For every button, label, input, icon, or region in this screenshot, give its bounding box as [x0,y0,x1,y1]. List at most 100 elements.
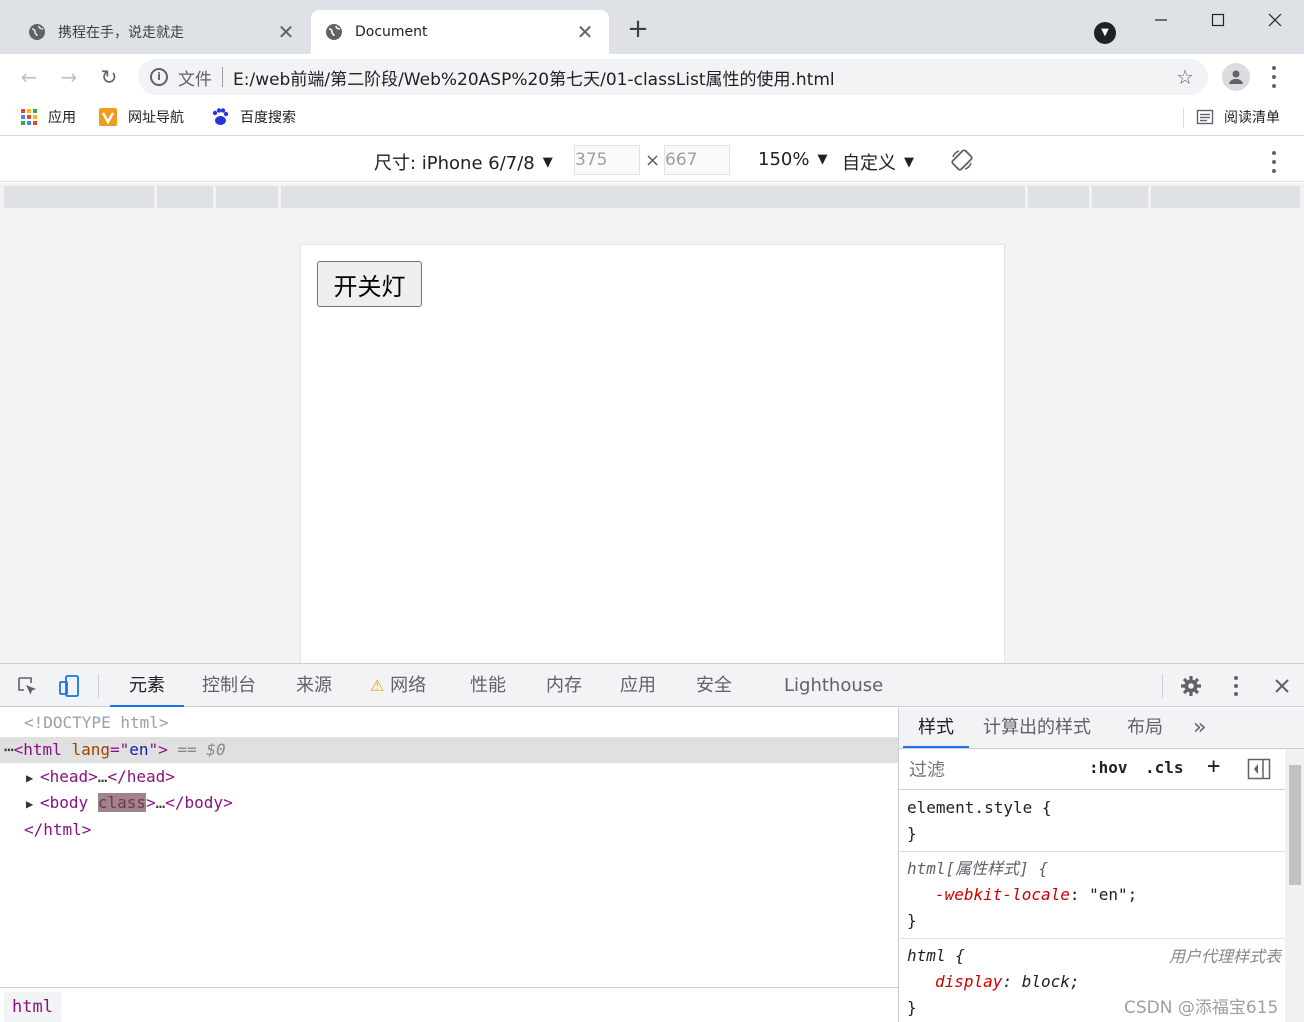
styles-filter-bar: :hov .cls + [899,750,1304,790]
bookmark-apps[interactable]: 应用 [20,107,76,127]
media-query-segment[interactable] [1092,186,1148,208]
device-more-icon[interactable] [1266,151,1282,173]
rule-declaration[interactable]: -webkit-locale: "en"; [907,882,1285,908]
rotate-icon[interactable] [950,148,974,172]
divider [98,674,99,698]
styles-scrollbar[interactable] [1285,749,1304,1022]
styles-tabbar: 样式 计算出的样式 布局 » [899,708,1304,749]
times-label: × [645,150,661,171]
tab-layout[interactable]: 布局 [1127,708,1163,748]
maximize-icon[interactable] [1203,6,1233,34]
zoom-select[interactable]: 150% ▼ [758,149,827,170]
media-query-segment[interactable] [4,186,154,208]
media-query-segment[interactable] [157,186,213,208]
browser-menu-icon[interactable] [1264,66,1284,88]
new-tab-button[interactable]: + [624,16,652,44]
settings-gear-icon[interactable] [1179,674,1203,698]
inspect-element-icon[interactable] [14,673,40,699]
filter-input[interactable] [905,755,1071,785]
device-select[interactable]: 尺寸: iPhone 6/7/8 ▼ [374,149,553,175]
more-tabs-icon[interactable]: » [1193,708,1206,748]
tab-network[interactable]: ⚠ 网络 [370,664,426,707]
breadcrumb-item[interactable]: html [4,992,61,1022]
address-bar[interactable]: i 文件 E:/web前端/第二阶段/Web%20ASP%20第七天/01-cl… [138,59,1208,95]
height-input[interactable]: 667 [664,145,730,175]
tab-strip: 携程在手，说走就走 ✕ Document ✕ + ▼ [0,0,1304,54]
tab-security[interactable]: 安全 [696,664,732,707]
globe-icon [325,23,343,41]
class-toggle-button[interactable]: .cls [1145,758,1184,777]
window-close-icon[interactable] [1260,6,1290,34]
rule-origin: 用户代理样式表 [1168,947,1281,966]
tab-application[interactable]: 应用 [620,664,656,707]
media-query-segment[interactable] [216,186,278,208]
devtools-menu-icon[interactable] [1224,676,1248,696]
tab-title: Document [355,24,428,40]
rule-declaration[interactable]: display: block; [907,969,1285,995]
bookmark-label: 应用 [48,110,76,126]
bookmark-baidu[interactable]: 百度搜索 [210,107,296,127]
zoom-label: 150% [758,149,810,170]
watermark: CSDN @添福宝615 [1124,998,1279,1018]
ellipsis-icon[interactable]: ⋯ [4,740,14,759]
media-query-segment[interactable] [1028,186,1089,208]
tab-lighthouse[interactable]: Lighthouse [784,664,883,707]
hover-state-button[interactable]: :hov [1089,758,1128,777]
devtools-close-icon[interactable] [1270,674,1294,698]
tab-styles[interactable]: 样式 [903,708,969,748]
tab-performance[interactable]: 性能 [470,664,506,707]
style-rule[interactable]: html[属性样式] { -webkit-locale: "en"; } [899,852,1285,939]
url-text[interactable]: E:/web前端/第二阶段/Web%20ASP%20第七天/01-classLi… [233,65,835,90]
selected-marker: == $0 [177,740,226,759]
width-input[interactable]: 375 [574,145,640,175]
info-icon[interactable]: i [150,68,168,86]
tab-elements[interactable]: 元素 [110,664,184,707]
tab-document[interactable]: Document ✕ [311,10,609,54]
dom-node-body[interactable]: ▶ <body class>…</body> [0,790,898,816]
tab-search-icon[interactable]: ▼ [1094,22,1116,44]
tab-close-icon[interactable]: ✕ [276,22,296,42]
bookmark-star-icon[interactable]: ☆ [1176,65,1194,89]
tag-text: </body> [165,793,233,812]
reload-button[interactable]: ↻ [94,62,124,92]
forward-button[interactable]: → [54,62,84,92]
dom-node-html[interactable]: ⋯<html lang="en"> == $0 [0,737,898,763]
style-rule[interactable]: element.style { } [899,791,1285,852]
toggle-sidebar-icon[interactable] [1247,758,1271,784]
expand-triangle-icon[interactable]: ▶ [26,765,40,791]
divider [1183,108,1184,128]
tab-close-icon[interactable]: ✕ [575,22,595,42]
toggle-light-button[interactable]: 开关灯 [317,261,422,307]
tab-console[interactable]: 控制台 [202,664,256,707]
minimize-icon[interactable] [1146,6,1176,34]
profile-avatar-icon[interactable] [1222,63,1250,91]
tag-text: =" [109,740,130,759]
rule-close: } [907,824,917,843]
expand-triangle-icon[interactable]: ▶ [26,791,40,817]
rule-selector: html[属性样式] { [907,859,1049,878]
rule-close: } [907,911,917,930]
device-toggle-icon[interactable] [56,673,82,699]
elements-dom-tree: <!DOCTYPE html> ⋯<html lang="en"> == $0 … [0,708,898,987]
reading-list[interactable]: 阅读清单 [1196,107,1280,127]
new-rule-button[interactable]: + [1207,754,1220,779]
dom-node-html-close[interactable]: </html> [0,817,898,843]
bookmark-nav[interactable]: 网址导航 [98,107,184,127]
baidu-paw-icon [210,107,230,127]
back-button[interactable]: ← [14,62,44,92]
tag-text: <head> [40,767,98,786]
dom-node-doctype[interactable]: <!DOCTYPE html> [0,710,898,736]
tab-sources[interactable]: 来源 [296,664,332,707]
tab-memory[interactable]: 内存 [546,664,582,707]
apps-grid-icon [20,108,38,126]
media-query-segment[interactable] [1151,186,1300,208]
throttle-select[interactable]: 自定义 ▼ [842,149,914,175]
scrollbar-thumb[interactable] [1289,765,1301,885]
tab-ctrip[interactable]: 携程在手，说走就走 ✕ [14,10,310,54]
dom-node-head[interactable]: ▶ <head>…</head> [0,764,898,790]
media-query-segment[interactable] [281,186,1025,208]
tab-computed[interactable]: 计算出的样式 [983,708,1091,748]
style-rules-list: element.style { } html[属性样式] { -webkit-l… [899,791,1285,1022]
bookmark-label: 网址导航 [128,110,184,126]
media-query-bar [0,183,1304,211]
